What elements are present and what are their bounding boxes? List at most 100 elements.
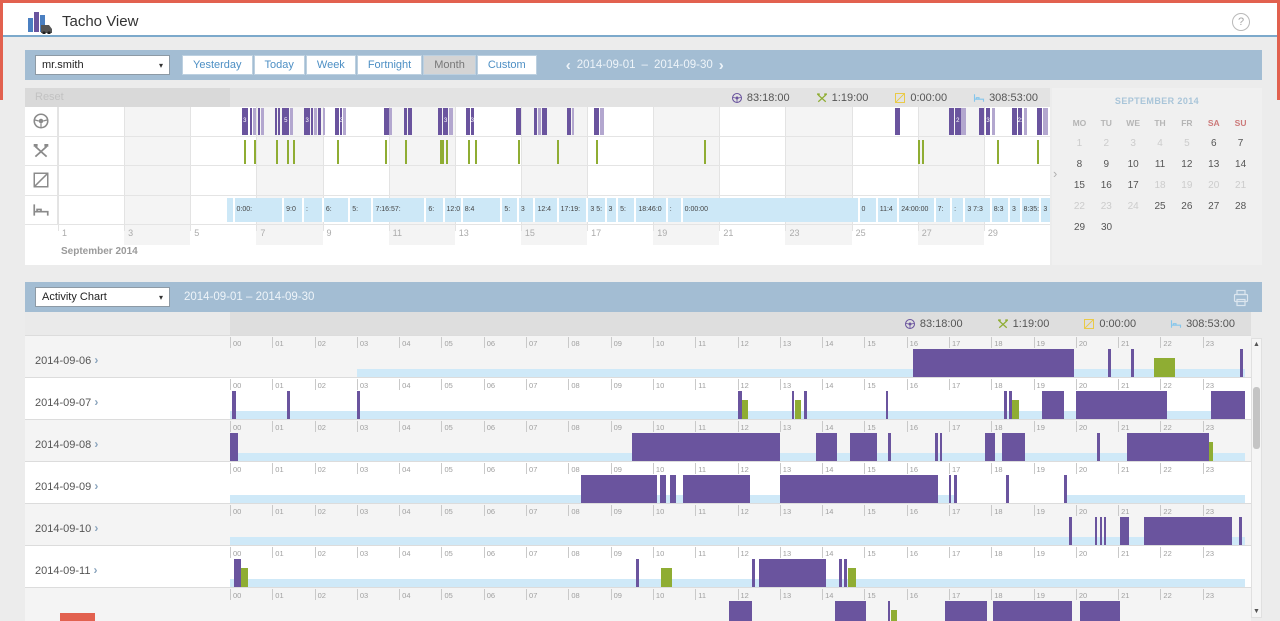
calendar-day-8[interactable]: 8 <box>1066 154 1093 175</box>
range-button-month[interactable]: Month <box>423 55 476 75</box>
calendar-day-17[interactable]: 17 <box>1120 175 1147 196</box>
range-button-fortnight[interactable]: Fortnight <box>357 55 422 75</box>
driving-segment[interactable] <box>1080 601 1120 621</box>
driving-bar[interactable] <box>384 108 389 135</box>
work-bar[interactable] <box>922 140 924 164</box>
calendar-day-15[interactable]: 15 <box>1066 175 1093 196</box>
day-bars[interactable] <box>230 349 1245 377</box>
driving-segment[interactable] <box>1076 391 1167 419</box>
work-bar[interactable] <box>518 140 520 164</box>
driving-segment[interactable] <box>1064 475 1067 503</box>
driving-bar[interactable]: 3 <box>340 108 343 135</box>
calendar-day-26[interactable]: 26 <box>1173 196 1200 217</box>
day-bars[interactable] <box>230 433 1245 461</box>
driving-bar[interactable] <box>895 108 900 135</box>
range-button-week[interactable]: Week <box>306 55 356 75</box>
driving-bar[interactable] <box>600 108 603 135</box>
driving-bar[interactable] <box>979 108 984 135</box>
driving-segment[interactable] <box>1069 517 1072 545</box>
scroll-up-icon[interactable]: ▲ <box>1252 341 1261 348</box>
driving-bar[interactable] <box>323 108 325 135</box>
driving-bar[interactable] <box>961 108 965 135</box>
driving-segment[interactable] <box>888 433 891 461</box>
day-label[interactable]: 2014-09-07 › <box>35 395 98 409</box>
driving-segment[interactable] <box>886 391 889 419</box>
work-bar[interactable] <box>1037 140 1039 164</box>
driving-bar[interactable] <box>1012 108 1017 135</box>
driving-bar[interactable]: 5 <box>282 108 289 135</box>
driving-segment[interactable] <box>1131 349 1134 377</box>
driving-bar[interactable] <box>408 108 413 135</box>
driving-segment[interactable] <box>949 475 952 503</box>
driving-segment[interactable] <box>1095 517 1098 545</box>
driving-segment[interactable] <box>232 391 236 419</box>
driving-bar[interactable]: 3 <box>443 108 448 135</box>
driving-segment[interactable] <box>888 601 890 621</box>
work-segment[interactable] <box>742 400 748 419</box>
driving-bar[interactable] <box>318 108 321 135</box>
work-segment[interactable] <box>891 610 898 621</box>
work-bar[interactable] <box>557 140 559 164</box>
day-bars[interactable] <box>230 391 1245 419</box>
driving-segment[interactable] <box>954 475 957 503</box>
expand-day-icon[interactable]: › <box>94 395 98 409</box>
work-bar[interactable] <box>385 140 387 164</box>
calendar-day-7[interactable]: 7 <box>1227 133 1254 154</box>
day-label[interactable]: 2014-09-08 › <box>35 437 98 451</box>
driving-segment[interactable] <box>844 559 847 587</box>
help-icon[interactable]: ? <box>1232 13 1250 31</box>
calendar-day-13[interactable]: 13 <box>1200 154 1227 175</box>
driving-segment[interactable] <box>660 475 666 503</box>
driving-segment[interactable] <box>1006 475 1009 503</box>
driving-bar[interactable] <box>311 108 313 135</box>
day-label[interactable]: 2014-09-09 › <box>35 479 98 493</box>
driving-segment[interactable] <box>1240 349 1243 377</box>
driving-segment[interactable] <box>729 601 752 621</box>
driving-segment[interactable] <box>670 475 676 503</box>
driving-segment[interactable] <box>816 433 837 461</box>
driving-segment[interactable] <box>1002 433 1025 461</box>
scrollbar-thumb[interactable] <box>1253 387 1260 449</box>
driving-bar[interactable] <box>538 108 541 135</box>
driving-bar[interactable]: 3 <box>471 108 474 135</box>
work-bar[interactable] <box>442 140 444 164</box>
driving-bar[interactable] <box>335 108 339 135</box>
driving-segment[interactable] <box>759 559 827 587</box>
driving-bar[interactable] <box>992 108 995 135</box>
driving-segment[interactable] <box>835 601 867 621</box>
driving-segment[interactable] <box>945 601 987 621</box>
driving-segment[interactable] <box>1009 391 1012 419</box>
calendar-day-16[interactable]: 16 <box>1093 175 1120 196</box>
work-segment[interactable] <box>1012 400 1018 419</box>
expand-day-icon[interactable]: › <box>94 353 98 367</box>
work-segment[interactable] <box>661 568 672 587</box>
driving-segment[interactable] <box>230 433 238 461</box>
work-bar[interactable] <box>475 140 477 164</box>
calendar-day-9[interactable]: 9 <box>1093 154 1120 175</box>
work-bar[interactable] <box>997 140 999 164</box>
work-bar[interactable] <box>704 140 706 164</box>
driving-segment[interactable] <box>636 559 639 587</box>
work-bar[interactable] <box>293 140 295 164</box>
work-segment[interactable] <box>795 400 801 419</box>
driving-segment[interactable] <box>632 433 780 461</box>
driving-bar[interactable] <box>594 108 599 135</box>
driving-segment[interactable] <box>357 391 360 419</box>
driving-bar[interactable] <box>542 108 546 135</box>
calendar-day-12[interactable]: 12 <box>1173 154 1200 175</box>
driving-segment[interactable] <box>1211 391 1245 419</box>
reset-button[interactable]: Reset <box>25 88 230 107</box>
print-icon[interactable] <box>1232 289 1250 307</box>
driving-bar[interactable] <box>449 108 453 135</box>
work-segment[interactable] <box>1209 442 1213 461</box>
driving-segment[interactable] <box>1120 517 1128 545</box>
calendar-collapse-icon[interactable]: › <box>1053 166 1057 181</box>
driving-bar[interactable] <box>253 108 256 135</box>
scroll-down-icon[interactable]: ▼ <box>1252 608 1261 615</box>
day-bars[interactable] <box>230 559 1245 587</box>
work-bar[interactable] <box>276 140 278 164</box>
driving-segment[interactable] <box>1097 433 1100 461</box>
work-bar[interactable] <box>244 140 246 164</box>
driving-segment[interactable] <box>913 349 1074 377</box>
day-bars[interactable] <box>230 601 1245 621</box>
